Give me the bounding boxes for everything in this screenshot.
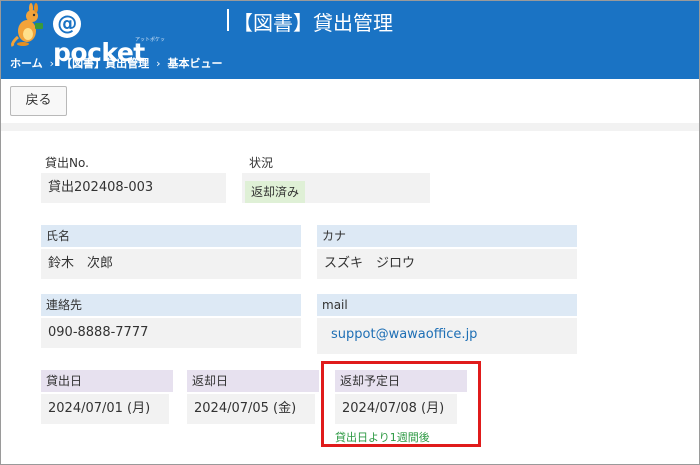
contact-label: 連絡先 bbox=[41, 294, 301, 316]
status-badge: 返却済み bbox=[245, 181, 306, 203]
loan-no-value: 貸出202408-003 bbox=[41, 173, 226, 203]
loan-date-value: 2024/07/01 (月) bbox=[41, 394, 169, 424]
mail-field: suppot@wawaoffice.jp bbox=[317, 318, 577, 354]
breadcrumb-separator: › bbox=[49, 57, 55, 70]
breadcrumb-view[interactable]: 基本ビュー bbox=[167, 57, 222, 70]
loan-no-label: 貸出No. bbox=[45, 156, 89, 170]
return-date-label: 返却日 bbox=[187, 370, 319, 392]
due-date-note: 貸出日より1週間後 bbox=[335, 431, 430, 444]
toolbar-divider bbox=[1, 123, 699, 131]
kana-label: カナ bbox=[317, 225, 577, 247]
header-divider bbox=[227, 9, 229, 31]
status-label: 状況 bbox=[249, 156, 274, 170]
back-button[interactable]: 戻る bbox=[10, 86, 67, 116]
app-title: 【図書】貸出管理 bbox=[233, 11, 393, 35]
mail-link[interactable]: suppot@wawaoffice.jp bbox=[331, 327, 477, 342]
logo-at-symbol: @ bbox=[53, 10, 81, 38]
name-value: 鈴木 次郎 bbox=[41, 249, 301, 279]
kangaroo-mascot-icon bbox=[11, 3, 43, 47]
name-label: 氏名 bbox=[41, 225, 301, 247]
mail-label: mail bbox=[317, 294, 577, 316]
contact-value: 090-8888-7777 bbox=[41, 318, 301, 348]
app-window: @pocket アットポケット 【図書】貸出管理 ホーム › 【図書】貸出管理 › 基本… bbox=[0, 0, 700, 465]
loan-date-label: 貸出日 bbox=[41, 370, 173, 392]
kana-value: スズキ ジロウ bbox=[317, 249, 577, 279]
breadcrumb-home[interactable]: ホーム bbox=[10, 57, 43, 70]
breadcrumb-app[interactable]: 【図書】貸出管理 bbox=[61, 57, 149, 70]
breadcrumb: ホーム › 【図書】貸出管理 › 基本ビュー bbox=[10, 55, 222, 71]
toolbar: 戻る bbox=[1, 79, 699, 123]
breadcrumb-separator: › bbox=[156, 57, 161, 70]
return-date-value: 2024/07/05 (金) bbox=[187, 394, 315, 424]
app-header: @pocket アットポケット 【図書】貸出管理 ホーム › 【図書】貸出管理 › 基本… bbox=[1, 1, 699, 79]
logo[interactable]: @pocket アットポケット bbox=[9, 3, 169, 67]
logo-subtitle: アットポケット bbox=[135, 37, 166, 50]
